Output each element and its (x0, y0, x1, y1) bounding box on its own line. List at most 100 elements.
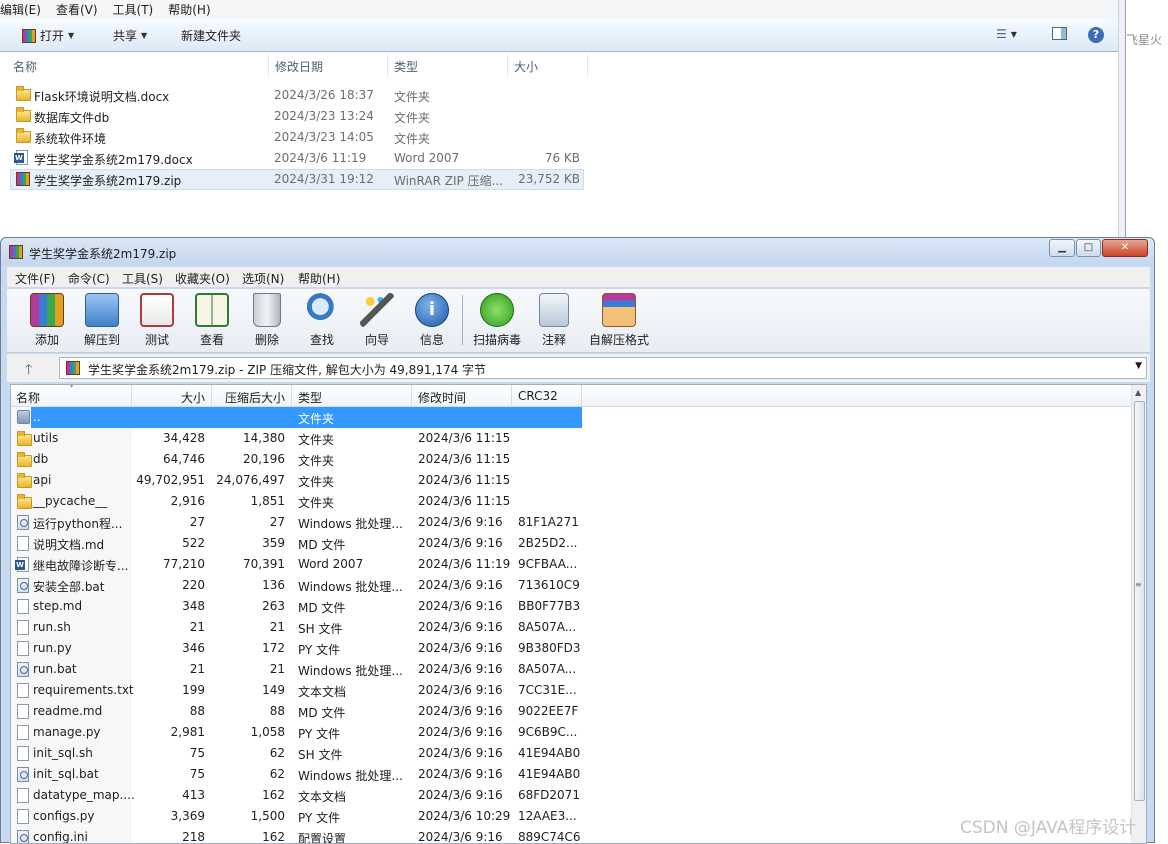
close-icon: ✕ (1120, 242, 1130, 253)
column-name[interactable]: 名称 (16, 389, 40, 406)
column-name[interactable]: 名称 (13, 58, 37, 75)
file-row[interactable]: 系统软件环境 2024/3/23 14:05 文件夹 (10, 127, 584, 148)
info-button[interactable]: i 信息 (406, 293, 458, 348)
entry-name: configs.py (33, 809, 95, 823)
path-field[interactable]: 学生奖学金系统2m179.zip - ZIP 压缩文件, 解包大小为 49,89… (59, 357, 1147, 379)
entry-size: 27 (189, 515, 205, 529)
new-folder-button[interactable]: 新建文件夹 (181, 27, 241, 44)
preview-pane-button[interactable] (1052, 27, 1067, 40)
vertical-scrollbar[interactable]: ▲ ≡ (1131, 385, 1146, 843)
entry-packed-size: 20,196 (243, 452, 285, 466)
entry-packed-size: 21 (269, 620, 285, 634)
document-icon (17, 725, 29, 740)
scrollbar-thumb[interactable] (1134, 401, 1145, 801)
chevron-down-icon[interactable]: ▼ (1135, 361, 1142, 371)
document-icon (17, 683, 29, 698)
view-options-button[interactable]: ☰ ▼ (996, 27, 1017, 41)
column-crc32[interactable]: CRC32 (518, 389, 558, 403)
column-divider[interactable] (268, 54, 269, 76)
list-row[interactable]: requirements.txt 199 149 文本文档 2024/3/6 9:16 7… (11, 680, 1131, 701)
menu-edit[interactable]: 编辑(E) (0, 1, 48, 18)
menu-commands[interactable]: 命令(C) (68, 270, 110, 287)
column-modified[interactable]: 修改时间 (418, 389, 466, 406)
column-divider[interactable] (411, 385, 412, 407)
list-row[interactable]: 继电故障诊断专... 77,210 70,391 Word 2007 2024/3/6 … (11, 554, 1131, 575)
column-divider[interactable] (507, 54, 508, 76)
list-row[interactable]: api 49,702,951 24,076,497 文件夹 2024/3/6 11:15 (11, 470, 1131, 491)
menu-favorites[interactable]: 收藏夹(O) (175, 270, 230, 287)
entry-packed-size: 149 (262, 683, 285, 697)
delete-button[interactable]: 删除 (241, 293, 293, 348)
menu-tools[interactable]: 工具(S) (122, 270, 163, 287)
column-divider[interactable] (511, 385, 512, 407)
test-button[interactable]: 测试 (131, 293, 183, 348)
maximize-button[interactable]: □ (1076, 239, 1101, 257)
entry-name: config.ini (33, 830, 88, 844)
explorer-column-header: 名称 修改日期 类型 大小 (0, 52, 1120, 77)
extract-to-button[interactable]: 解压到 (76, 293, 128, 348)
list-row[interactable]: 安装全部.bat 220 136 Windows 批处理... 2024/3/6 9:1… (11, 575, 1131, 596)
scan-virus-button[interactable]: 扫描病毒 (471, 293, 523, 348)
list-row[interactable]: step.md 348 263 MD 文件 2024/3/6 9:16 BB0F77B3 (11, 596, 1131, 617)
entry-type: 文件夹 (298, 433, 335, 447)
sfx-button[interactable]: 自解压格式 (587, 293, 651, 348)
column-divider[interactable] (581, 385, 582, 407)
menu-help[interactable]: 帮助(H) (168, 1, 217, 18)
comment-icon (539, 293, 569, 327)
background-window-text: 飞星火 (1126, 33, 1163, 47)
column-packed-size[interactable]: 压缩后大小 (211, 389, 285, 406)
list-row[interactable]: manage.py 2,981 1,058 PY 文件 2024/3/6 9:16 9C6… (11, 722, 1131, 743)
comment-button[interactable]: 注释 (528, 293, 580, 348)
list-row[interactable]: datatype_map.... 413 162 文本文档 2024/3/6 9:16 6… (11, 785, 1131, 806)
trash-icon (253, 293, 281, 327)
share-button[interactable]: 共享 ▼ (113, 27, 147, 44)
column-type[interactable]: 类型 (298, 389, 322, 406)
list-row[interactable]: 运行python程... 27 27 Windows 批处理... 2024/3/6 9… (11, 512, 1131, 533)
entry-size: 34,428 (163, 431, 205, 445)
list-row-selected[interactable]: .. 文件夹 (11, 407, 1131, 428)
file-row[interactable]: 数据库文件db 2024/3/23 13:24 文件夹 (10, 106, 584, 127)
list-row[interactable]: db 64,746 20,196 文件夹 2024/3/6 11:15 (11, 449, 1131, 470)
open-button[interactable]: 打开 ▼ (22, 27, 74, 44)
chevron-down-icon: ▼ (141, 31, 148, 40)
list-row[interactable]: readme.md 88 88 MD 文件 2024/3/6 9:16 9022EE7F (11, 701, 1131, 722)
list-row[interactable]: init_sql.bat 75 62 Windows 批处理... 2024/3/6 9… (11, 764, 1131, 785)
list-row[interactable]: 说明文档.md 522 359 MD 文件 2024/3/6 9:16 2B25D2... (11, 533, 1131, 554)
view-button[interactable]: 查看 (186, 293, 238, 348)
help-button[interactable]: ? (1088, 27, 1104, 43)
file-row[interactable]: 学生奖学金系统2m179.docx 2024/3/6 11:19 Word 20… (10, 148, 584, 169)
title-bar[interactable]: 学生奖学金系统2m179.zip ▁ □ ✕ (1, 238, 1154, 265)
folder-icon (17, 473, 32, 488)
column-type[interactable]: 类型 (394, 58, 418, 75)
entry-name: init_sql.sh (33, 746, 93, 760)
menu-tools[interactable]: 工具(T) (113, 1, 161, 18)
wizard-button[interactable]: 向导 (351, 293, 403, 348)
column-size[interactable]: 大小 (514, 58, 538, 75)
column-divider[interactable] (587, 54, 588, 76)
list-row[interactable]: __pycache__ 2,916 1,851 文件夹 2024/3/6 11:15 (11, 491, 1131, 512)
file-name: 系统软件环境 (34, 132, 107, 146)
list-row[interactable]: run.sh 21 21 SH 文件 2024/3/6 9:16 8A507A... (11, 617, 1131, 638)
minimize-button[interactable]: ▁ (1049, 239, 1075, 257)
menu-help[interactable]: 帮助(H) (298, 270, 340, 287)
add-button[interactable]: 添加 (21, 293, 73, 348)
entry-type: 文件夹 (298, 496, 335, 510)
list-row[interactable]: init_sql.sh 75 62 SH 文件 2024/3/6 9:16 41E94AB… (11, 743, 1131, 764)
up-arrow-icon[interactable]: 🡑 (25, 359, 32, 383)
column-size[interactable]: 大小 (131, 389, 205, 406)
menu-view[interactable]: 查看(V) (56, 1, 105, 18)
list-row[interactable]: run.py 346 172 PY 文件 2024/3/6 9:16 9B380FD3 (11, 638, 1131, 659)
column-divider[interactable] (387, 54, 388, 76)
file-row-selected[interactable]: 学生奖学金系统2m179.zip 2024/3/31 19:12 WinRAR … (10, 169, 584, 190)
find-button[interactable]: 查找 (296, 293, 348, 348)
entry-packed-size: 62 (269, 746, 285, 760)
menu-options[interactable]: 选项(N) (242, 270, 284, 287)
file-row[interactable]: Flask环境说明文档.docx 2024/3/26 18:37 文件夹 (10, 85, 584, 106)
close-button[interactable]: ✕ (1102, 239, 1148, 257)
column-divider[interactable] (291, 385, 292, 407)
scroll-up-arrow-icon[interactable]: ▲ (1135, 388, 1141, 397)
column-modified[interactable]: 修改日期 (275, 58, 323, 75)
menu-file[interactable]: 文件(F) (15, 270, 55, 287)
list-row[interactable]: run.bat 21 21 Windows 批处理... 2024/3/6 9:16 8A… (11, 659, 1131, 680)
list-row[interactable]: utils 34,428 14,380 文件夹 2024/3/6 11:15 (11, 428, 1131, 449)
